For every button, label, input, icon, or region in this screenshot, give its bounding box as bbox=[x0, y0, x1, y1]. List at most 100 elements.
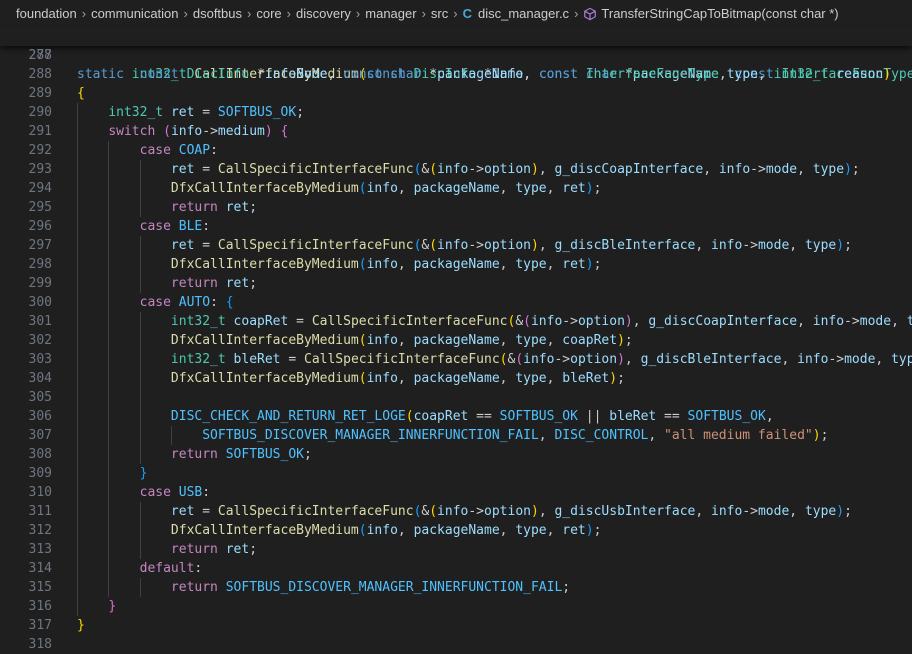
code-token: ; bbox=[821, 428, 829, 443]
code-token: , bbox=[500, 333, 516, 348]
code-token: ret bbox=[562, 257, 585, 272]
code-token: , bbox=[547, 181, 563, 196]
code-token: , bbox=[398, 257, 414, 272]
code-token: return bbox=[171, 447, 218, 462]
line-number: 295 bbox=[0, 198, 52, 217]
code-token: mode bbox=[766, 162, 797, 177]
code-token: return bbox=[171, 276, 218, 291]
code-token: , bbox=[539, 428, 555, 443]
breadcrumb-item[interactable]: src bbox=[431, 6, 448, 21]
code-token: ) bbox=[617, 352, 625, 367]
code-token bbox=[218, 276, 226, 291]
chevron-right-icon: › bbox=[356, 6, 360, 21]
code-line: 314 default: bbox=[0, 559, 912, 578]
code-token: , bbox=[547, 257, 563, 272]
code-token: const bbox=[140, 67, 179, 82]
breadcrumb-item[interactable]: dsoftbus bbox=[193, 6, 242, 21]
code-token: , bbox=[500, 257, 516, 272]
code-token bbox=[77, 580, 171, 595]
code-token: ) bbox=[531, 504, 539, 519]
code-token: case bbox=[140, 143, 171, 158]
code-token: -> bbox=[554, 352, 570, 367]
code-text: DfxCallInterfaceByMedium(info, packageNa… bbox=[77, 369, 625, 388]
code-token bbox=[77, 447, 171, 462]
code-token bbox=[77, 67, 140, 82]
code-token: ) bbox=[844, 162, 852, 177]
code-token: ret bbox=[171, 504, 194, 519]
code-text: default: bbox=[77, 559, 202, 578]
chevron-right-icon: › bbox=[287, 6, 291, 21]
code-token bbox=[578, 67, 586, 82]
chevron-right-icon: › bbox=[453, 6, 457, 21]
code-token bbox=[226, 314, 234, 329]
line-number: 300 bbox=[0, 293, 52, 312]
code-token: -> bbox=[202, 124, 218, 139]
breadcrumb-file[interactable]: disc_manager.c bbox=[478, 6, 569, 21]
code-token: int32_t bbox=[108, 105, 163, 120]
code-token: SOFTBUS_OK bbox=[500, 409, 578, 424]
line-number: 318 bbox=[0, 635, 52, 654]
code-text: DfxCallInterfaceByMedium(info, packageNa… bbox=[77, 179, 601, 198]
breadcrumb-item[interactable]: manager bbox=[365, 6, 416, 21]
code-token: , bbox=[789, 238, 805, 253]
code-token: g_discBleInterface bbox=[554, 238, 695, 253]
code-token: ( bbox=[429, 504, 437, 519]
code-text: int32_t coapRet = CallSpecificInterfaceF… bbox=[77, 312, 912, 331]
code-token: info bbox=[719, 162, 750, 177]
code-token: ; bbox=[594, 523, 602, 538]
code-token: type bbox=[805, 238, 836, 253]
code-token: : bbox=[202, 219, 210, 234]
code-token: char bbox=[390, 67, 421, 82]
line-number: 302 bbox=[0, 331, 52, 350]
code-line: 297 ret = CallSpecificInterfaceFunc(&(in… bbox=[0, 236, 912, 255]
breadcrumb-item[interactable]: core bbox=[256, 6, 281, 21]
code-text: int32_t bleRet = CallSpecificInterfaceFu… bbox=[77, 350, 912, 369]
code-token: info bbox=[531, 314, 562, 329]
breadcrumb-item[interactable]: communication bbox=[91, 6, 178, 21]
code-token: ret bbox=[562, 181, 585, 196]
code-token: case bbox=[140, 219, 171, 234]
code-text: DfxCallInterfaceByMedium(info, packageNa… bbox=[77, 521, 601, 540]
line-number: 298 bbox=[0, 255, 52, 274]
sticky-scroll-line[interactable]: 278 const DiscInfo *infoNode, const char… bbox=[0, 27, 912, 46]
code-token: , bbox=[758, 67, 774, 82]
line-number: 292 bbox=[0, 141, 52, 160]
code-token bbox=[77, 523, 171, 538]
line-number: 310 bbox=[0, 483, 52, 502]
chevron-right-icon: › bbox=[422, 6, 426, 21]
code-text: return SOFTBUS_OK; bbox=[77, 445, 312, 464]
code-token: SOFTBUS_OK bbox=[226, 447, 304, 462]
code-token: ) bbox=[883, 67, 891, 82]
code-token: -> bbox=[844, 314, 860, 329]
code-token: ; bbox=[617, 371, 625, 386]
code-token: , bbox=[398, 333, 414, 348]
code-line: 299 return ret; bbox=[0, 274, 912, 293]
code-token: * bbox=[421, 67, 437, 82]
code-token: ret bbox=[226, 200, 249, 215]
code-token: type bbox=[515, 523, 546, 538]
breadcrumb-symbol[interactable]: TransferStringCapToBitmap(const char *) bbox=[601, 6, 838, 21]
code-text: SOFTBUS_DISCOVER_MANAGER_INNERFUNCTION_F… bbox=[77, 426, 828, 445]
code-text: ret = CallSpecificInterfaceFunc(&(info->… bbox=[77, 236, 852, 255]
code-token bbox=[273, 124, 281, 139]
code-token: ; bbox=[844, 238, 852, 253]
code-token: ) bbox=[625, 314, 633, 329]
line-number: 307 bbox=[0, 426, 52, 445]
code-token: coapRet bbox=[234, 314, 289, 329]
code-token bbox=[179, 67, 187, 82]
breadcrumb-item[interactable]: foundation bbox=[16, 6, 77, 21]
code-token: ret bbox=[562, 523, 585, 538]
code-token: || bbox=[578, 409, 609, 424]
breadcrumb-item[interactable]: discovery bbox=[296, 6, 351, 21]
code-token: packageName bbox=[414, 181, 500, 196]
code-editor[interactable]: 287288static int32_t CallInterfaceByMedi… bbox=[0, 46, 912, 654]
code-token bbox=[218, 542, 226, 557]
code-token: mode bbox=[758, 238, 789, 253]
code-token: DfxCallInterfaceByMedium bbox=[171, 371, 359, 386]
code-token: , bbox=[695, 238, 711, 253]
code-token: info bbox=[171, 124, 202, 139]
code-token: , bbox=[695, 504, 711, 519]
code-token: ret bbox=[226, 276, 249, 291]
code-token: ty bbox=[907, 314, 912, 329]
code-token: , bbox=[797, 314, 813, 329]
